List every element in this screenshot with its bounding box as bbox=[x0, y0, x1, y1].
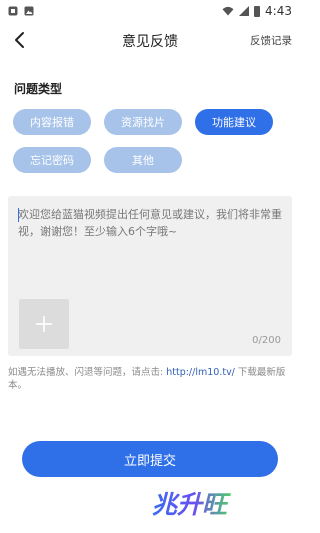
svg-text:兆升旺: 兆升旺 bbox=[152, 490, 231, 519]
watermark-logo: 兆升旺 bbox=[152, 490, 231, 519]
nav-bar: 意见反馈 反馈记录 bbox=[0, 22, 300, 60]
feedback-history-link[interactable]: 反馈记录 bbox=[250, 33, 292, 48]
submit-label: 立即提交 bbox=[123, 453, 176, 469]
feedback-input[interactable]: 欢迎您给蓝猫视频提出任何意见或建议，我们将非常重视，谢谢您！至少输入6个字哦~ … bbox=[8, 196, 292, 356]
download-notice: 如遇无法播放、闪退等问题，请点击: http://lm10.tv/ 下载最新版本… bbox=[8, 366, 294, 392]
image-icon bbox=[24, 6, 34, 16]
status-time: 4:43 bbox=[265, 4, 292, 18]
chip-label: 资源找片 bbox=[121, 116, 165, 129]
issue-type-chip-other[interactable]: 其他 bbox=[104, 147, 182, 173]
issue-type-chip-forgot-password[interactable]: 忘记密码 bbox=[13, 147, 91, 173]
status-left bbox=[8, 6, 34, 16]
chip-label: 忘记密码 bbox=[30, 154, 74, 167]
battery-icon bbox=[254, 5, 261, 17]
feedback-placeholder: 欢迎您给蓝猫视频提出任何意见或建议，我们将非常重视，谢谢您！至少输入6个字哦~ bbox=[18, 208, 282, 238]
download-link[interactable]: http://lm10.tv/ bbox=[166, 367, 235, 378]
signal-icon bbox=[239, 6, 250, 16]
add-photo-button[interactable] bbox=[19, 299, 69, 349]
notification-icon bbox=[8, 6, 18, 16]
page-title: 意见反馈 bbox=[122, 34, 178, 50]
status-bar: 4:43 bbox=[0, 0, 300, 22]
chip-label: 功能建议 bbox=[212, 116, 256, 129]
chip-label: 其他 bbox=[132, 154, 154, 167]
issue-type-label: 问题类型 bbox=[14, 82, 63, 96]
chip-label: 内容报错 bbox=[30, 116, 74, 129]
issue-type-chip-feature-suggestion[interactable]: 功能建议 bbox=[195, 109, 273, 135]
status-right: 4:43 bbox=[222, 4, 292, 18]
chevron-left-icon bbox=[15, 32, 24, 48]
back-button[interactable] bbox=[8, 28, 32, 52]
plus-icon bbox=[36, 316, 52, 332]
issue-type-chip-find-resource[interactable]: 资源找片 bbox=[104, 109, 182, 135]
notice-text-before: 如遇无法播放、闪退等问题，请点击: bbox=[8, 367, 167, 378]
submit-button[interactable]: 立即提交 bbox=[22, 441, 278, 477]
wifi-icon bbox=[222, 6, 234, 16]
char-counter: 0/200 bbox=[252, 335, 281, 346]
issue-type-chip-content-error[interactable]: 内容报错 bbox=[13, 109, 91, 135]
